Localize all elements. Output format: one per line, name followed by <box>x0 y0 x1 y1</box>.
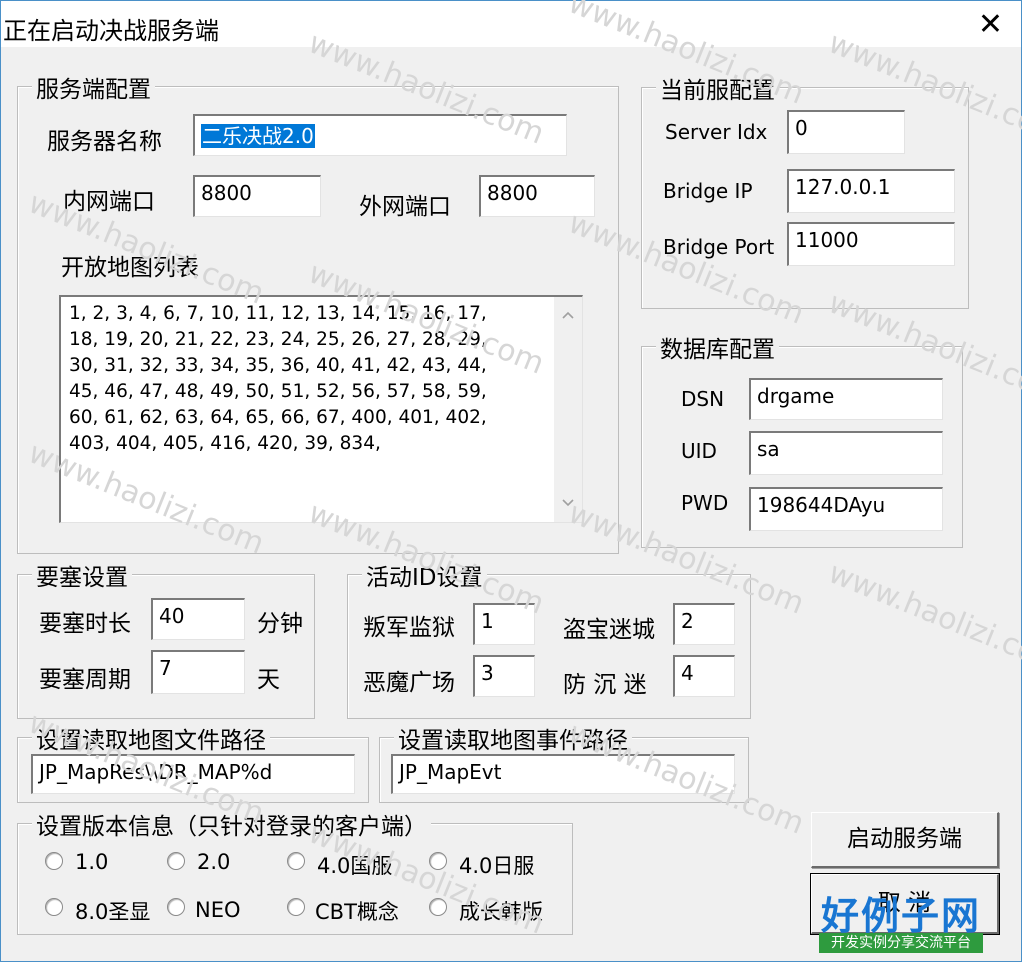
scroll-down-icon[interactable] <box>562 499 574 507</box>
server-name-field[interactable]: 二乐决战2.0 <box>193 114 567 156</box>
map-file-path-group-label: 设置读取地图文件路径 <box>32 721 270 755</box>
server-idx-label: Server Idx <box>665 120 768 144</box>
watermark-text: www.haolizi.com <box>823 555 1022 682</box>
wan-port-field[interactable]: 8800 <box>479 175 595 217</box>
activity-group-label: 活动ID设置 <box>362 558 487 592</box>
version-radio-kr-label: 成长韩版 <box>459 900 543 924</box>
version-radio-4-0-cn[interactable] <box>287 852 305 870</box>
demon-square-field[interactable]: 3 <box>473 655 535 697</box>
server-config-group-label: 服务端配置 <box>32 70 155 104</box>
version-radio-neo[interactable] <box>167 898 185 916</box>
logo-main-text: 好例子网 <box>820 893 981 938</box>
map-file-path-field[interactable]: JP_MapRes\\DR_MAP%d <box>31 754 355 794</box>
lan-port-field[interactable]: 8800 <box>193 175 321 217</box>
version-radio-2-0-label: 2.0 <box>197 850 231 874</box>
map-event-path-field[interactable]: JP_MapEvt <box>391 754 735 794</box>
fangchenmi-field[interactable]: 4 <box>673 655 735 697</box>
pwd-label: PWD <box>681 491 729 515</box>
version-radio-4-0-jp[interactable] <box>429 852 447 870</box>
fortress-group-label: 要塞设置 <box>32 558 132 592</box>
rebel-prison-field[interactable]: 1 <box>473 603 535 645</box>
version-radio-2-0[interactable] <box>167 852 185 870</box>
map-list-text: 1, 2, 3, 4, 6, 7, 10, 11, 12, 13, 14, 15… <box>69 301 547 457</box>
version-radio-4-0-cn-label: 4.0国服 <box>317 854 393 878</box>
server-idx-field[interactable]: 0 <box>787 110 905 154</box>
database-group-label: 数据库配置 <box>656 330 779 364</box>
activity-group: 活动ID设置 <box>347 558 751 719</box>
bridge-port-label: Bridge Port <box>663 235 775 259</box>
version-group-label: 设置版本信息（只针对登录的客户端） <box>32 807 431 841</box>
lan-port-label: 内网端口 <box>63 189 155 215</box>
current-server-group-label: 当前服配置 <box>656 71 779 105</box>
uid-label: UID <box>681 439 717 463</box>
demon-square-label: 恶魔广场 <box>363 670 455 696</box>
dsn-field[interactable]: drgame <box>749 378 943 420</box>
treasure-maze-field[interactable]: 2 <box>673 603 735 645</box>
server-name-value: 二乐决战2.0 <box>201 124 315 148</box>
scroll-up-icon[interactable] <box>562 311 574 319</box>
fortress-duration-field[interactable]: 40 <box>151 598 245 640</box>
version-radio-4-0-jp-label: 4.0日服 <box>459 854 535 878</box>
close-icon[interactable]: ✕ <box>978 7 1003 42</box>
fortress-period-label: 要塞周期 <box>39 667 131 693</box>
map-list-line: 60, 61, 62, 63, 64, 65, 66, 67, 400, 401… <box>69 407 487 428</box>
map-list-textarea[interactable]: 1, 2, 3, 4, 6, 7, 10, 11, 12, 13, 14, 15… <box>59 295 583 523</box>
version-radio-neo-label: NEO <box>195 898 241 922</box>
server-name-label: 服务器名称 <box>47 129 162 155</box>
fortress-period-unit: 天 <box>257 667 280 693</box>
logo-sub-text: 开发实例分享交流平台 <box>819 933 983 953</box>
bridge-port-field[interactable]: 11000 <box>787 222 955 266</box>
title-bar: 正在启动决战服务端 ✕ <box>1 1 1021 47</box>
fortress-duration-label: 要塞时长 <box>39 611 131 637</box>
map-list-line: 30, 31, 32, 33, 34, 35, 36, 40, 41, 42, … <box>69 355 487 376</box>
dsn-label: DSN <box>681 387 725 411</box>
version-radio-kr[interactable] <box>429 898 447 916</box>
fangchenmi-label: 防 沉 迷 <box>563 672 647 698</box>
version-radio-cbt[interactable] <box>287 898 305 916</box>
version-radio-8-0[interactable] <box>45 898 63 916</box>
version-radio-1-0[interactable] <box>45 852 63 870</box>
fortress-duration-unit: 分钟 <box>257 611 303 637</box>
pwd-field[interactable]: 198644DAyu <box>749 487 943 531</box>
map-list-line: 403, 404, 405, 416, 420, 39, 834, <box>69 433 381 454</box>
fortress-period-field[interactable]: 7 <box>151 650 245 694</box>
dialog-window: 正在启动决战服务端 ✕ 服务端配置 服务器名称 二乐决战2.0 内网端口 880… <box>0 0 1022 962</box>
map-list-scrollbar[interactable] <box>554 297 582 522</box>
version-radio-cbt-label: CBT概念 <box>315 900 399 924</box>
haolizi-logo: 好例子网 开发实例分享交流平台 <box>815 885 987 955</box>
bridge-ip-label: Bridge IP <box>663 179 753 203</box>
map-list-line: 45, 46, 47, 48, 49, 50, 51, 52, 56, 57, … <box>69 381 487 402</box>
rebel-prison-label: 叛军监狱 <box>363 615 455 641</box>
fortress-group: 要塞设置 <box>17 558 315 719</box>
uid-field[interactable]: sa <box>749 431 943 475</box>
window-title: 正在启动决战服务端 <box>3 17 219 45</box>
bridge-ip-field[interactable]: 127.0.0.1 <box>787 169 955 213</box>
map-list-line: 1, 2, 3, 4, 6, 7, 10, 11, 12, 13, 14, 15… <box>69 303 487 324</box>
treasure-maze-label: 盗宝迷城 <box>563 617 655 643</box>
map-event-path-group-label: 设置读取地图事件路径 <box>394 721 632 755</box>
map-list-label: 开放地图列表 <box>61 255 199 281</box>
start-server-button[interactable]: 启动服务端 <box>811 812 999 868</box>
version-radio-1-0-label: 1.0 <box>75 850 109 874</box>
version-radio-8-0-label: 8.0圣显 <box>75 900 151 924</box>
map-list-line: 18, 19, 20, 21, 22, 23, 24, 25, 26, 27, … <box>69 329 487 350</box>
wan-port-label: 外网端口 <box>359 194 451 220</box>
